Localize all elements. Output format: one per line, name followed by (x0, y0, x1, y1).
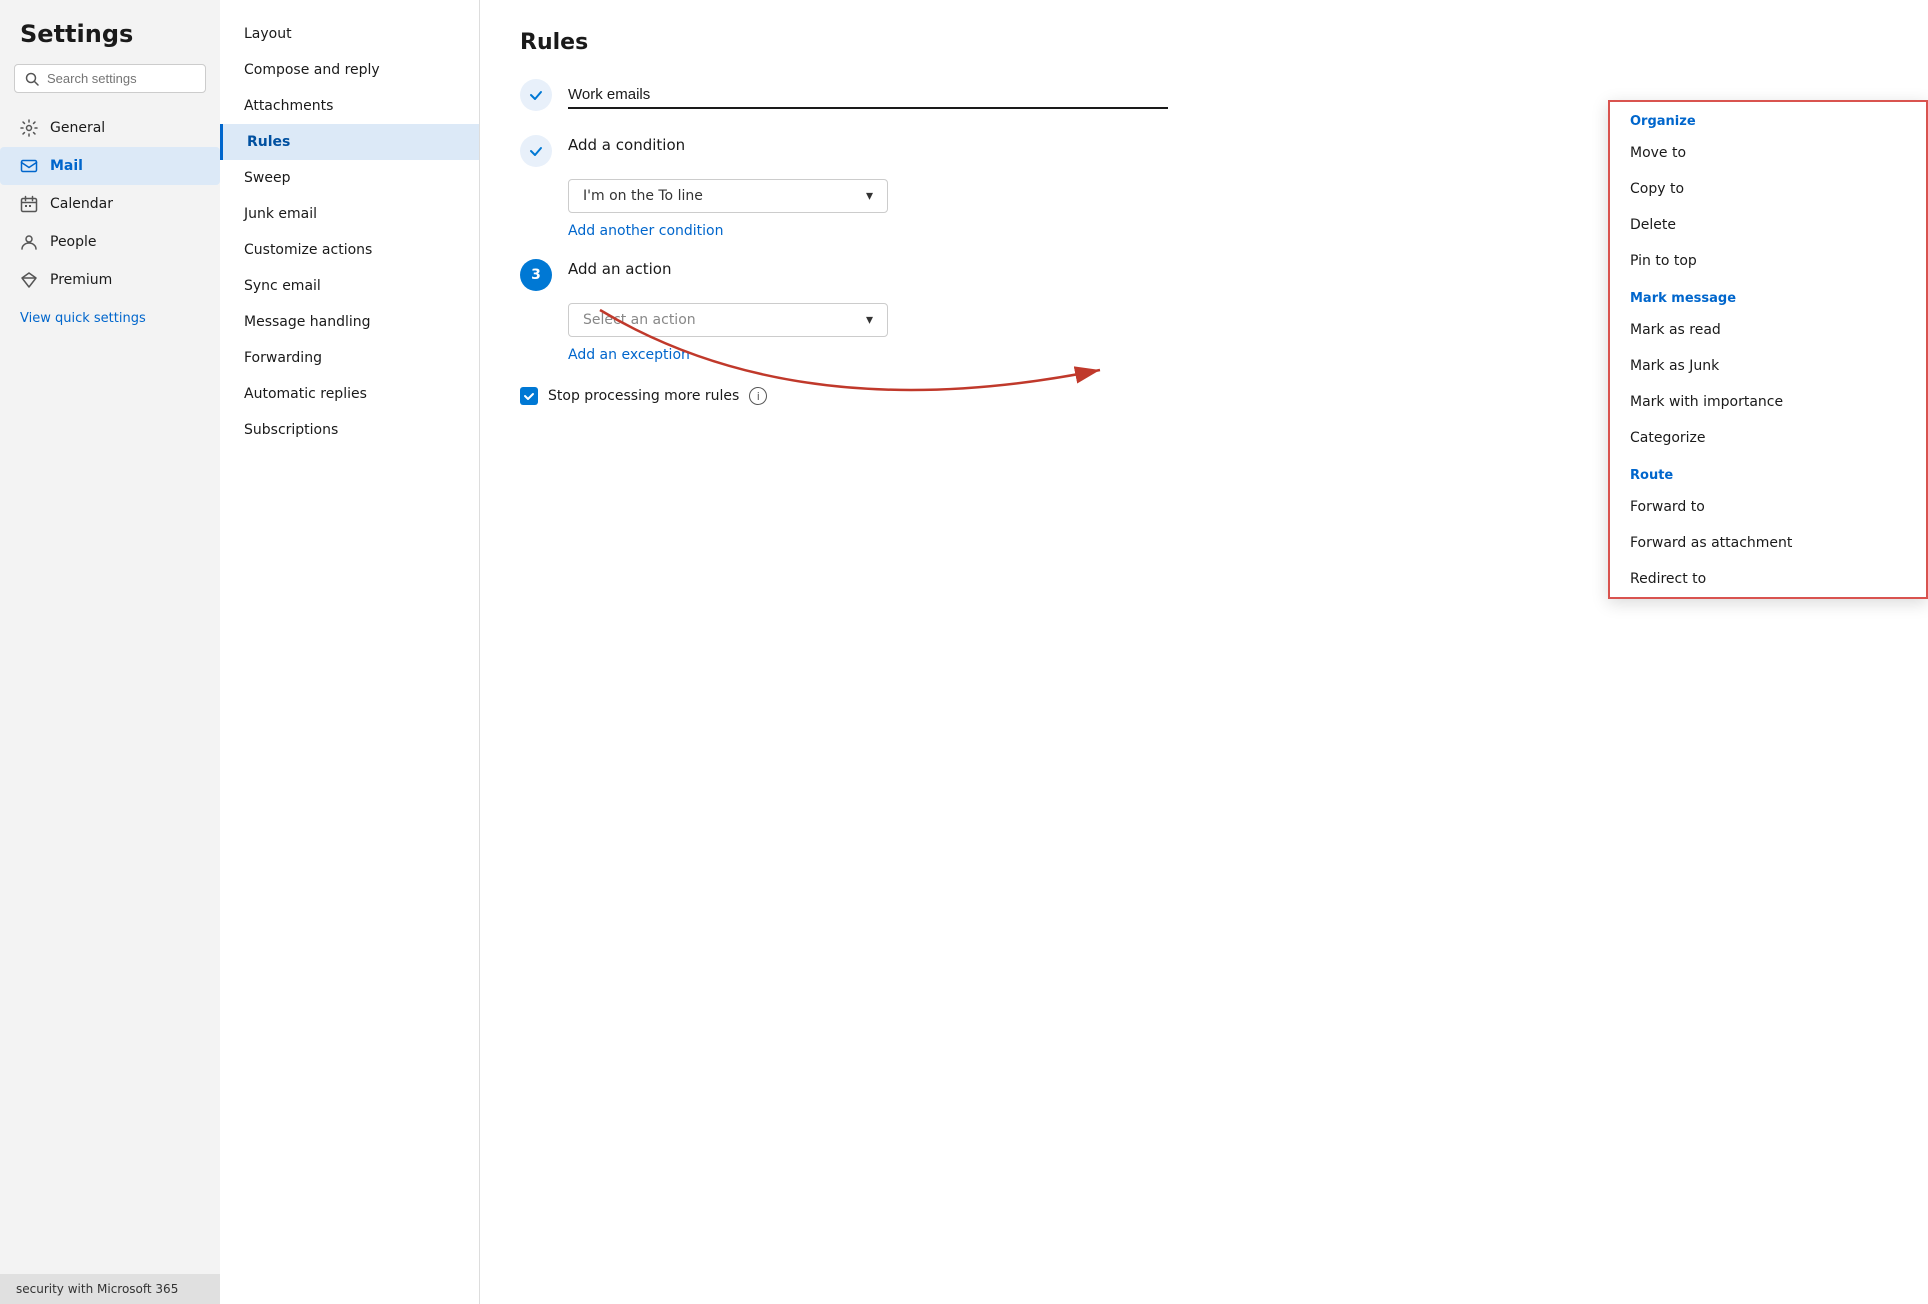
condition-dropdown[interactable]: I'm on the To line ▾ (568, 179, 888, 213)
gear-icon (20, 119, 38, 137)
middle-item-junk[interactable]: Junk email (220, 196, 479, 232)
popup-header-organize: Organize (1610, 102, 1926, 135)
stop-processing-checkbox[interactable] (520, 387, 538, 405)
rule-name-input[interactable] (568, 82, 1168, 109)
middle-item-subscriptions[interactable]: Subscriptions (220, 412, 479, 448)
action-dropdown-popup: Organize Move to Copy to Delete Pin to t… (1608, 100, 1928, 599)
mail-icon (20, 157, 38, 175)
info-icon[interactable]: i (749, 387, 767, 405)
sidebar-item-mail-label: Mail (50, 158, 83, 174)
popup-item-categorize[interactable]: Categorize (1610, 420, 1926, 456)
popup-item-mark-importance[interactable]: Mark with importance (1610, 384, 1926, 420)
popup-item-forward-attachment[interactable]: Forward as attachment (1610, 525, 1926, 561)
step2-check (520, 135, 552, 167)
checkmark2-icon (528, 143, 544, 159)
bottom-bar: security with Microsoft 365 (0, 1274, 220, 1304)
add-condition-link[interactable]: Add another condition (568, 223, 723, 239)
sidebar-title: Settings (0, 20, 220, 64)
action-dropdown[interactable]: Select an action ▾ (568, 303, 888, 337)
popup-item-copy-to[interactable]: Copy to (1610, 171, 1926, 207)
middle-column: Layout Compose and reply Attachments Rul… (220, 0, 480, 1304)
action-chevron: ▾ (866, 312, 873, 328)
calendar-icon (20, 195, 38, 213)
sidebar: Settings General Mail Calendar (0, 0, 220, 1304)
checkmark-icon (528, 87, 544, 103)
stop-processing-label: Stop processing more rules (548, 388, 739, 404)
search-box[interactable] (14, 64, 206, 93)
action-label: Add an action (568, 260, 671, 278)
sidebar-item-general[interactable]: General (0, 109, 220, 147)
sidebar-item-premium[interactable]: Premium (0, 261, 220, 299)
popup-header-mark: Mark message (1610, 279, 1926, 312)
popup-header-route: Route (1610, 456, 1926, 489)
people-icon (20, 233, 38, 251)
popup-item-mark-read[interactable]: Mark as read (1610, 312, 1926, 348)
step1-check (520, 79, 552, 111)
search-icon (25, 72, 39, 86)
popup-item-delete[interactable]: Delete (1610, 207, 1926, 243)
search-input[interactable] (47, 71, 195, 86)
condition-chevron: ▾ (866, 188, 873, 204)
diamond-icon (20, 271, 38, 289)
middle-item-forwarding[interactable]: Forwarding (220, 340, 479, 376)
popup-item-pin[interactable]: Pin to top (1610, 243, 1926, 279)
view-quick-settings-link[interactable]: View quick settings (0, 305, 220, 332)
popup-item-redirect[interactable]: Redirect to (1610, 561, 1926, 597)
middle-item-attachments[interactable]: Attachments (220, 88, 479, 124)
step3-badge: 3 (520, 259, 552, 291)
middle-item-customize[interactable]: Customize actions (220, 232, 479, 268)
page-title: Rules (520, 30, 1888, 55)
condition-value: I'm on the To line (583, 188, 703, 204)
sidebar-item-mail[interactable]: Mail (0, 147, 220, 185)
condition-label: Add a condition (568, 136, 685, 154)
middle-item-rules[interactable]: Rules (220, 124, 479, 160)
bottom-bar-text: security with Microsoft 365 (16, 1282, 178, 1296)
middle-item-auto[interactable]: Automatic replies (220, 376, 479, 412)
sidebar-item-general-label: General (50, 120, 105, 136)
sidebar-item-calendar[interactable]: Calendar (0, 185, 220, 223)
checkbox-check-icon (523, 390, 535, 402)
add-exception-link[interactable]: Add an exception (568, 347, 690, 363)
middle-item-sweep[interactable]: Sweep (220, 160, 479, 196)
middle-item-compose[interactable]: Compose and reply (220, 52, 479, 88)
popup-item-move-to[interactable]: Move to (1610, 135, 1926, 171)
middle-item-handling[interactable]: Message handling (220, 304, 479, 340)
sidebar-item-people-label: People (50, 234, 97, 250)
main-content: Rules Add a condition I'm on the To line… (480, 0, 1928, 1304)
sidebar-item-people[interactable]: People (0, 223, 220, 261)
action-placeholder: Select an action (583, 312, 696, 328)
sidebar-item-premium-label: Premium (50, 272, 112, 288)
middle-item-sync[interactable]: Sync email (220, 268, 479, 304)
popup-item-mark-junk[interactable]: Mark as Junk (1610, 348, 1926, 384)
popup-item-forward-to[interactable]: Forward to (1610, 489, 1926, 525)
middle-item-layout[interactable]: Layout (220, 16, 479, 52)
sidebar-item-calendar-label: Calendar (50, 196, 113, 212)
